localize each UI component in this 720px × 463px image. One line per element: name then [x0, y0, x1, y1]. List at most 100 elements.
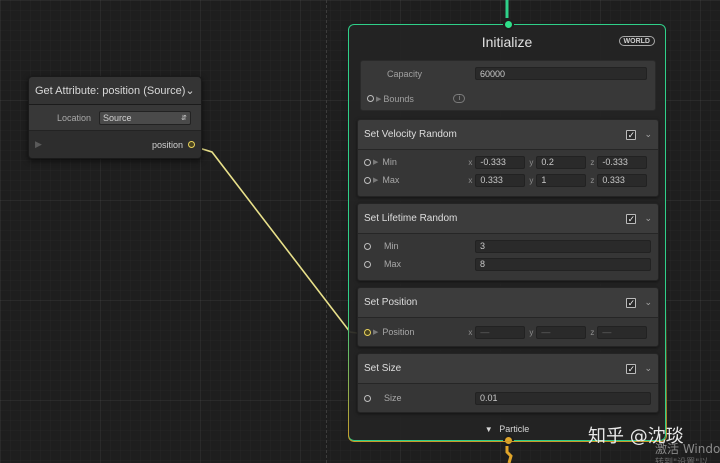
y-axis-label: y [529, 327, 534, 337]
x-field: — [475, 325, 526, 339]
velocity-min-row: ▶ Min x -0.333 y 0.2 z -0.333 [358, 153, 658, 171]
bounds-label: Bounds [383, 93, 414, 104]
x-field[interactable]: -0.333 [475, 155, 526, 169]
block-title: Set Size [364, 363, 402, 374]
vector-field: x — y — z — [468, 325, 648, 339]
expand-triangle-icon[interactable]: ▶ [35, 139, 42, 150]
position-output-port[interactable] [188, 141, 195, 148]
chevron-down-icon[interactable]: ⌄ [644, 363, 652, 374]
flow-output-port[interactable] [503, 435, 514, 446]
windows-activation-line2: 转到"设置"以 [655, 458, 709, 463]
z-field[interactable]: 0.333 [597, 173, 648, 187]
flow-input-port[interactable] [503, 19, 514, 30]
z-axis-label: z [590, 175, 595, 185]
expand-triangle-icon[interactable]: ▶ [376, 95, 381, 103]
block-header[interactable]: Set Position ✓ ⌄ [358, 288, 658, 318]
flow-wire-out [505, 446, 513, 463]
position-row: ▶ Position x — y — z — [358, 323, 658, 341]
block-header[interactable]: Set Size ✓ ⌄ [358, 354, 658, 384]
y-field[interactable]: 0.2 [536, 155, 587, 169]
y-component: y 0.2 [529, 155, 587, 169]
z-field[interactable]: -0.333 [597, 155, 648, 169]
get-attribute-node[interactable]: Get Attribute: position (Source) ⌄ Locat… [28, 76, 202, 159]
min-input-port[interactable] [364, 158, 371, 166]
set-lifetime-random-block[interactable]: Set Lifetime Random ✓ ⌄ Min 3 Max 8 [357, 203, 659, 281]
info-icon[interactable]: i [453, 94, 466, 103]
lifetime-min-row: Min 3 [358, 237, 658, 255]
x-component: x -0.333 [468, 155, 526, 169]
set-velocity-random-block[interactable]: Set Velocity Random ✓ ⌄ ▶ Min x -0.333 y0… [357, 119, 659, 197]
particle-icon: ▼ [484, 425, 493, 434]
chevron-down-icon[interactable]: ⌄ [644, 213, 652, 224]
min-field[interactable]: 3 [475, 239, 651, 253]
context-settings: Capacity 60000 ▶ Bounds i [360, 60, 656, 111]
size-label: Size [384, 393, 402, 403]
min-label: Min [382, 157, 397, 167]
max-field[interactable]: 8 [475, 257, 651, 271]
max-input-port[interactable] [364, 260, 371, 268]
expand-triangle-icon[interactable]: ▶ [373, 176, 378, 184]
x-axis-label: x [468, 175, 473, 185]
initialize-context[interactable]: Initialize WORLD Capacity 60000 ▶ Bounds… [348, 19, 666, 446]
position-data-wire [198, 147, 365, 335]
set-size-block[interactable]: Set Size ✓ ⌄ Size 0.01 [357, 353, 659, 413]
x-field[interactable]: 0.333 [475, 173, 526, 187]
vector-field: x 0.333 y1 z 0.333 [468, 173, 648, 187]
block-title: Set Position [364, 297, 418, 308]
capacity-label: Capacity [387, 68, 423, 79]
expand-triangle-icon[interactable]: ▶ [373, 328, 378, 336]
particle-label: Particle [499, 424, 530, 434]
z-field: — [597, 325, 648, 339]
position-output-row: ▶ position [29, 131, 201, 158]
get-attribute-title: Get Attribute: position (Source) [35, 84, 186, 97]
x-axis-label: x [468, 327, 473, 337]
z-component: z — [590, 325, 648, 339]
size-row: Size 0.01 [358, 389, 658, 407]
size-input-port[interactable] [364, 394, 371, 402]
expand-triangle-icon[interactable]: ▶ [373, 158, 378, 166]
max-label: Max [384, 259, 402, 269]
enable-checkbox[interactable]: ✓ [626, 129, 637, 140]
x-axis-label: x [468, 157, 473, 167]
dropdown-arrows-icon: ⇵ [181, 114, 187, 122]
max-input-port[interactable] [364, 176, 371, 184]
chevron-down-icon[interactable]: ⌄ [644, 297, 652, 308]
size-field[interactable]: 0.01 [475, 391, 651, 405]
enable-checkbox[interactable]: ✓ [626, 363, 637, 374]
capacity-value: 60000 [480, 68, 506, 79]
position-output-label: position [151, 139, 183, 150]
y-field: — [536, 325, 587, 339]
y-field[interactable]: 1 [536, 173, 587, 187]
min-input-port[interactable] [364, 242, 371, 250]
lifetime-max-row: Max 8 [358, 255, 658, 273]
y-component: y — [529, 325, 587, 339]
y-axis-label: y [529, 175, 534, 185]
world-space-badge[interactable]: WORLD [618, 36, 655, 46]
location-dropdown[interactable]: Source ⇵ [99, 110, 191, 125]
x-component: x — [468, 325, 526, 339]
location-row: Location Source ⇵ [29, 105, 201, 131]
block-header[interactable]: Set Velocity Random ✓ ⌄ [358, 120, 658, 150]
set-position-block[interactable]: Set Position ✓ ⌄ ▶ Position x — y — z — [357, 287, 659, 347]
z-component: z 0.333 [590, 173, 648, 187]
block-title: Set Lifetime Random [364, 213, 458, 224]
position-input-port[interactable] [364, 328, 371, 336]
z-axis-label: z [590, 327, 595, 337]
y-axis-label: y [529, 157, 534, 167]
max-label: Max [382, 175, 400, 185]
enable-checkbox[interactable]: ✓ [626, 213, 637, 224]
capacity-field[interactable]: 60000 [475, 67, 647, 80]
bounds-row: ▶ Bounds i [361, 86, 655, 111]
enable-checkbox[interactable]: ✓ [626, 297, 637, 308]
vector-field: x -0.333 y 0.2 z -0.333 [468, 155, 648, 169]
z-component: z -0.333 [590, 155, 648, 169]
get-attribute-header[interactable]: Get Attribute: position (Source) ⌄ [29, 77, 201, 105]
z-axis-label: z [590, 157, 595, 167]
chevron-down-icon[interactable]: ⌄ [185, 84, 195, 97]
block-header[interactable]: Set Lifetime Random ✓ ⌄ [358, 204, 658, 234]
position-label: Position [382, 327, 415, 337]
bounds-input-port[interactable] [367, 95, 374, 102]
chevron-down-icon[interactable]: ⌄ [644, 129, 652, 140]
location-value: Source [103, 112, 132, 123]
context-title: Initialize [481, 34, 533, 50]
